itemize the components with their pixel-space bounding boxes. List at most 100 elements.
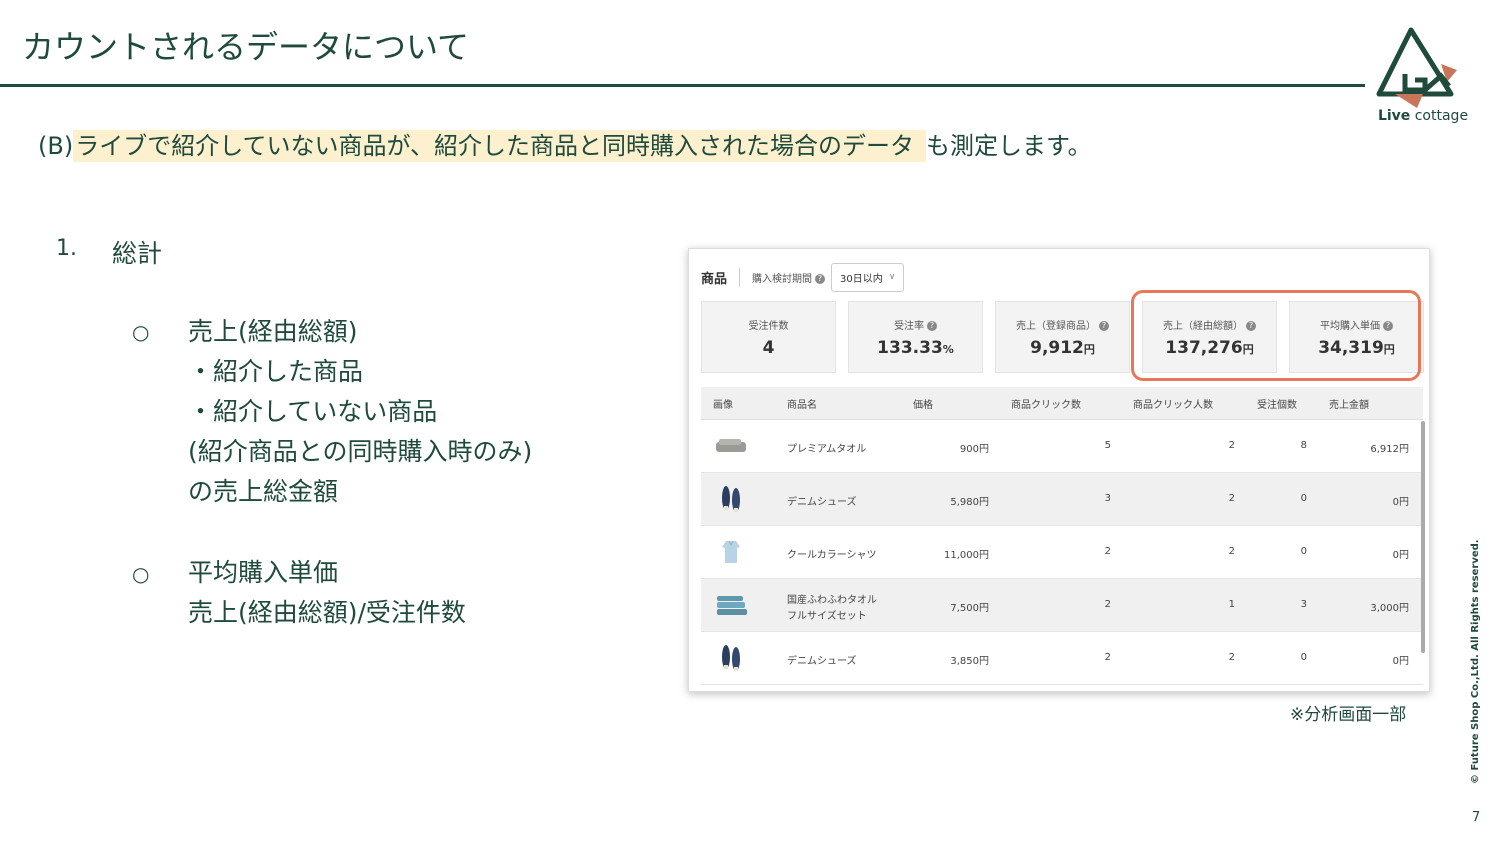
- list-item-line: (紹介商品との同時購入時のみ): [188, 437, 533, 466]
- column-header: 商品名: [787, 399, 817, 411]
- table-header: 画像 商品名 価格 商品クリック数 商品クリック人数 受注個数 売上金額: [701, 387, 1423, 420]
- help-icon: ?: [1099, 321, 1109, 331]
- card-value: 9,912円: [996, 338, 1129, 358]
- card-value: 4: [702, 338, 835, 358]
- card-value-unit: 円: [1083, 343, 1095, 356]
- help-icon: ?: [815, 273, 826, 284]
- table-row[interactable]: クールカラーシャツ 11,000円 2 2 0 0円: [701, 526, 1423, 579]
- period-label: 購入検討期間?: [752, 270, 826, 285]
- card-label-text: 受注件数: [748, 321, 789, 332]
- bullet-icon: ○: [132, 562, 150, 586]
- subtitle-highlight: ライブで紹介していない商品が、紹介した商品と同時購入された場合のデータ: [73, 130, 927, 162]
- card-value-unit: %: [942, 343, 954, 356]
- product-sales: 0円: [1392, 497, 1409, 508]
- product-name: デニムシューズ: [787, 656, 857, 667]
- slide-title: カウントされるデータについて: [22, 28, 470, 66]
- table-row[interactable]: デニムシューズ 5,980円 3 2 0 0円: [701, 473, 1423, 526]
- product-price: 11,000円: [944, 550, 989, 561]
- product-table: 画像 商品名 価格 商品クリック数 商品クリック人数 受注個数 売上金額 プレミ…: [701, 387, 1423, 685]
- product-clicks: 5: [1104, 440, 1111, 451]
- card-label: 受注率?: [849, 317, 982, 332]
- product-click-users: 1: [1228, 599, 1235, 610]
- shirt-icon: [713, 534, 749, 570]
- logo-text: Live cottage: [1368, 108, 1478, 124]
- product-sales: 0円: [1392, 656, 1409, 667]
- product-clicks: 2: [1104, 599, 1111, 610]
- towel-set-icon: [713, 587, 749, 623]
- column-header: 受注個数: [1257, 399, 1297, 411]
- callout-highlight: [1131, 290, 1421, 381]
- product-sales: 0円: [1392, 550, 1409, 561]
- product-price: 900円: [959, 444, 989, 455]
- product-price: 7,500円: [950, 603, 989, 614]
- subtitle-suffix: も測定します。: [926, 132, 1092, 160]
- table-scrollbar[interactable]: [1421, 421, 1425, 653]
- product-click-users: 2: [1228, 652, 1235, 663]
- page-number: 7: [1472, 810, 1481, 825]
- chevron-down-icon: ∨: [888, 272, 896, 282]
- column-header: 売上金額: [1329, 399, 1369, 411]
- bullet-icon: ○: [132, 320, 150, 344]
- product-sales: 6,912円: [1370, 444, 1409, 455]
- card-order-rate: 受注率? 133.33%: [848, 301, 983, 373]
- logo-text-rest: cottage: [1414, 108, 1469, 124]
- column-header: 価格: [913, 399, 933, 411]
- card-orders: 受注件数 4: [701, 301, 836, 373]
- list-item-line: 売上(経由総額)/受注件数: [188, 598, 466, 627]
- product-clicks: 3: [1104, 493, 1111, 504]
- card-value-number: 4: [762, 338, 775, 358]
- table-row[interactable]: プレミアムタオル 900円 5 2 8 6,912円: [701, 420, 1423, 473]
- period-select[interactable]: 30日以内 ∨: [831, 262, 905, 292]
- period-label-text: 購入検討期間: [752, 273, 813, 285]
- table-row[interactable]: デニムシューズ 3,850円 2 2 0 0円: [701, 632, 1423, 685]
- list-item-sales: 売上(経由総額) ・紹介した商品 ・紹介していない商品 (紹介商品との同時購入時…: [188, 312, 532, 512]
- list-item-line: ・紹介していない商品: [188, 397, 438, 426]
- card-label: 売上（登録商品）?: [996, 317, 1129, 332]
- product-orders: 8: [1300, 440, 1307, 451]
- panel-header: 商品 購入検討期間? 30日以内 ∨: [701, 262, 905, 292]
- list-item-line: 平均購入単価: [188, 558, 339, 587]
- card-value: 133.33%: [849, 338, 982, 358]
- card-value-number: 9,912: [1030, 338, 1084, 358]
- product-orders: 0: [1300, 652, 1307, 663]
- card-label-text: 受注率: [894, 321, 924, 332]
- product-orders: 3: [1300, 599, 1307, 610]
- title-divider: [0, 84, 1365, 87]
- subtitle-prefix: (B): [38, 132, 74, 160]
- card-sales-registered: 売上（登録商品）? 9,912円: [995, 301, 1130, 373]
- card-label-text: 売上（登録商品）: [1016, 321, 1096, 332]
- list-heading: 総計: [112, 239, 163, 268]
- column-header: 商品クリック人数: [1133, 399, 1213, 411]
- shoes-icon: [713, 640, 749, 676]
- subtitle: (B)ライブで紹介していない商品が、紹介した商品と同時購入された場合のデータ も測…: [38, 126, 1092, 162]
- product-clicks: 2: [1104, 652, 1111, 663]
- product-price: 5,980円: [950, 497, 989, 508]
- list-item-line: の売上総金額: [188, 477, 339, 506]
- product-sales: 3,000円: [1370, 603, 1409, 614]
- product-orders: 0: [1300, 546, 1307, 557]
- logo-text-bold: Live: [1377, 108, 1411, 124]
- screenshot-caption: ※分析画面一部: [1290, 705, 1407, 725]
- list-item-line: ・紹介した商品: [188, 357, 364, 386]
- product-click-users: 2: [1228, 546, 1235, 557]
- product-name: プレミアムタオル: [787, 444, 867, 455]
- product-name-line2: フルサイズセット: [787, 611, 867, 622]
- period-select-value: 30日以内: [840, 273, 883, 285]
- product-clicks: 2: [1104, 546, 1111, 557]
- table-row[interactable]: 国産ふわふわタオル フルサイズセット 7,500円 2 1 3 3,000円: [701, 579, 1423, 632]
- product-name: 国産ふわふわタオル: [787, 595, 877, 606]
- product-click-users: 2: [1228, 493, 1235, 504]
- product-name: クールカラーシャツ: [787, 550, 877, 561]
- panel-title: 商品: [701, 267, 741, 287]
- product-click-users: 2: [1228, 440, 1235, 451]
- analytics-screenshot: 商品 購入検討期間? 30日以内 ∨ 受注件数 4 受注率? 133.33% 売上…: [688, 248, 1430, 692]
- list-item-average: 平均購入単価 売上(経由総額)/受注件数: [188, 553, 466, 633]
- towel-icon: [713, 428, 749, 464]
- product-orders: 0: [1300, 493, 1307, 504]
- shoes-icon: [713, 481, 749, 517]
- help-icon: ?: [927, 321, 937, 331]
- list-number: 1.: [56, 236, 77, 261]
- column-header: 商品クリック数: [1011, 399, 1081, 411]
- product-price: 3,850円: [950, 656, 989, 667]
- copyright: © Future Shop Co.,Ltd. All Rights reserv…: [1470, 539, 1481, 784]
